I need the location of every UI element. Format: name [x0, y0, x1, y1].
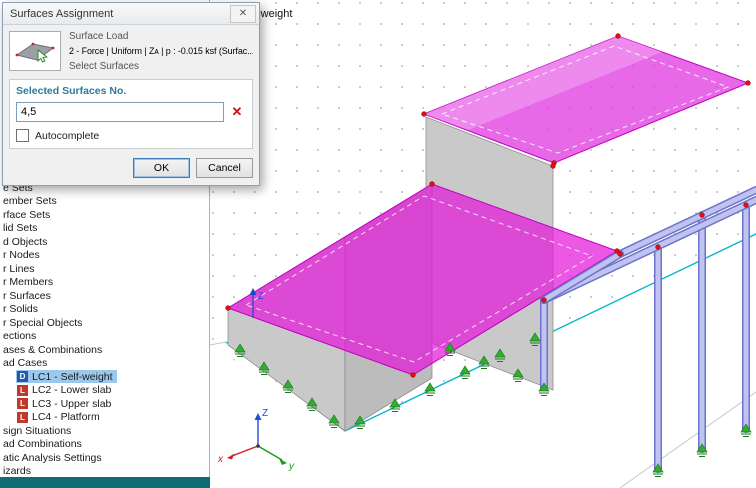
sidebar-item-label: izards — [3, 465, 32, 478]
sidebar-item-label: r Solids — [3, 303, 39, 316]
sidebar-item-label: ad Combinations — [3, 438, 82, 451]
sidebar-item-lc1-self-weight[interactable]: D LC1 - Self-weight — [0, 370, 210, 384]
axis-z-label: Z — [262, 408, 268, 419]
row-band: L LC2 - Lower slab — [16, 384, 115, 397]
sidebar-item-label: LC3 - Upper slab — [32, 397, 112, 410]
project-navigator-tree: e Sets ember Sets rface Sets lid Sets d … — [0, 181, 210, 478]
sidebar-item-label: r Members — [3, 276, 54, 289]
sidebar-item-surface-sets[interactable]: rface Sets — [0, 208, 210, 222]
sidebar-item-surfaces[interactable]: r Surfaces — [0, 289, 210, 303]
select-surfaces-label: Select Surfaces — [69, 61, 140, 72]
sidebar-item-member-sets[interactable]: ember Sets — [0, 195, 210, 209]
svg-text:Z: Z — [258, 291, 264, 301]
sidebar-item-static-analysis-settings[interactable]: atic Analysis Settings — [0, 451, 210, 465]
node-marker — [410, 372, 416, 378]
cancel-button[interactable]: Cancel — [196, 158, 253, 178]
model-viewport[interactable]: Z Z x y -weight — [210, 0, 756, 488]
surface-load-value: 2 - Force | Uniform | Zᴀ | p : -0.015 ks… — [69, 46, 253, 56]
ground-edge-line — [619, 391, 756, 488]
node-marker — [550, 163, 556, 169]
sidebar-item-label: ad Cases — [3, 357, 48, 370]
sidebar-item-sections[interactable]: ections — [0, 330, 210, 344]
sidebar-item-load-cases[interactable]: ad Cases — [0, 357, 210, 371]
sidebar-item-lc3-upper-slab[interactable]: L LC3 - Upper slab — [0, 397, 210, 411]
clear-selection-icon[interactable]: ✕ — [228, 103, 246, 121]
row-band: L LC4 - Platform — [16, 411, 104, 424]
teal-status-bar — [0, 477, 210, 488]
sidebar-item-label: LC2 - Lower slab — [32, 384, 112, 397]
sidebar-item-design-situations[interactable]: sign Situations — [0, 424, 210, 438]
node-marker — [743, 202, 749, 208]
sidebar-item-lc2-lower-slab[interactable]: L LC2 - Lower slab — [0, 384, 210, 398]
sidebar-item-label: sign Situations — [3, 424, 72, 437]
axis-y-label: y — [288, 461, 295, 472]
loadcase-type-icon: L — [17, 398, 28, 410]
node-marker — [225, 305, 231, 311]
selected-surfaces-input[interactable] — [16, 102, 224, 122]
sidebar-item-objects[interactable]: d Objects — [0, 235, 210, 249]
sidebar-item-label: LC4 - Platform — [32, 411, 100, 424]
autocomplete-checkbox[interactable] — [16, 129, 29, 142]
viewport-loadcase-label: -weight — [257, 8, 292, 20]
node-marker — [421, 111, 427, 117]
selected-surfaces-panel: Selected Surfaces No. ✕ Autocomplete — [9, 79, 253, 149]
sidebar-item-label: ections — [3, 330, 37, 343]
sidebar-item-label: ember Sets — [3, 195, 57, 208]
axis-x-label: x — [217, 454, 224, 465]
axis-triad: Z x y — [217, 408, 295, 472]
node-marker — [615, 33, 621, 39]
node-marker — [655, 244, 661, 250]
loadcase-type-icon: D — [17, 371, 28, 383]
sidebar-item-label: r Lines — [3, 262, 35, 275]
surface-load-icon — [9, 31, 61, 71]
loadcase-type-icon: L — [17, 411, 28, 423]
sidebar-item-label: ases & Combinations — [3, 343, 103, 356]
dialog-content: Surface Load 2 - Force | Uniform | Zᴀ | … — [3, 25, 259, 185]
loadcase-type-icon: L — [17, 384, 28, 396]
close-icon[interactable]: ✕ — [230, 4, 256, 23]
surface-load-label: Surface Load — [69, 31, 129, 42]
sidebar-item-solid-sets[interactable]: lid Sets — [0, 222, 210, 236]
node-marker — [699, 212, 705, 218]
ok-button[interactable]: OK — [133, 158, 190, 178]
node-marker — [617, 251, 623, 257]
row-band: L LC3 - Upper slab — [16, 397, 115, 410]
application-window: e Sets ember Sets rface Sets lid Sets d … — [0, 0, 756, 488]
sidebar-item-special-objects[interactable]: r Special Objects — [0, 316, 210, 330]
surfaces-assignment-dialog: Surfaces Assignment ✕ Surface Load 2 - F… — [2, 2, 260, 186]
sidebar-item-members[interactable]: r Members — [0, 276, 210, 290]
sidebar-item-label: LC1 - Self-weight — [32, 370, 113, 383]
sidebar-item-label: lid Sets — [3, 222, 38, 235]
dialog-title: Surfaces Assignment — [10, 7, 114, 20]
node-marker — [429, 181, 435, 187]
sidebar-item-lines[interactable]: r Lines — [0, 262, 210, 276]
sidebar-item-load-combinations[interactable]: ad Combinations — [0, 438, 210, 452]
autocomplete-label: Autocomplete — [35, 129, 100, 142]
dialog-titlebar[interactable]: Surfaces Assignment ✕ — [3, 3, 259, 25]
sidebar-item-label: d Objects — [3, 235, 48, 248]
sidebar-item-label: r Surfaces — [3, 289, 51, 302]
sidebar-item-label: r Special Objects — [3, 316, 83, 329]
selected-surfaces-header: Selected Surfaces No. — [16, 85, 127, 97]
node-marker — [745, 80, 751, 86]
model-viewport-canvas[interactable]: Z Z x y -weight — [210, 0, 756, 488]
sidebar-item-label: r Nodes — [3, 249, 40, 262]
selection-band: D LC1 - Self-weight — [16, 370, 117, 384]
sidebar-item-solids[interactable]: r Solids — [0, 303, 210, 317]
sidebar-item-label: rface Sets — [3, 208, 51, 221]
node-marker — [541, 297, 547, 303]
sidebar-item-wizards[interactable]: izards — [0, 465, 210, 479]
sidebar-item-lc4-platform[interactable]: L LC4 - Platform — [0, 411, 210, 425]
sidebar-item-cases-combinations[interactable]: ases & Combinations — [0, 343, 210, 357]
sidebar-item-label: atic Analysis Settings — [3, 451, 102, 464]
sidebar-item-nodes[interactable]: r Nodes — [0, 249, 210, 263]
